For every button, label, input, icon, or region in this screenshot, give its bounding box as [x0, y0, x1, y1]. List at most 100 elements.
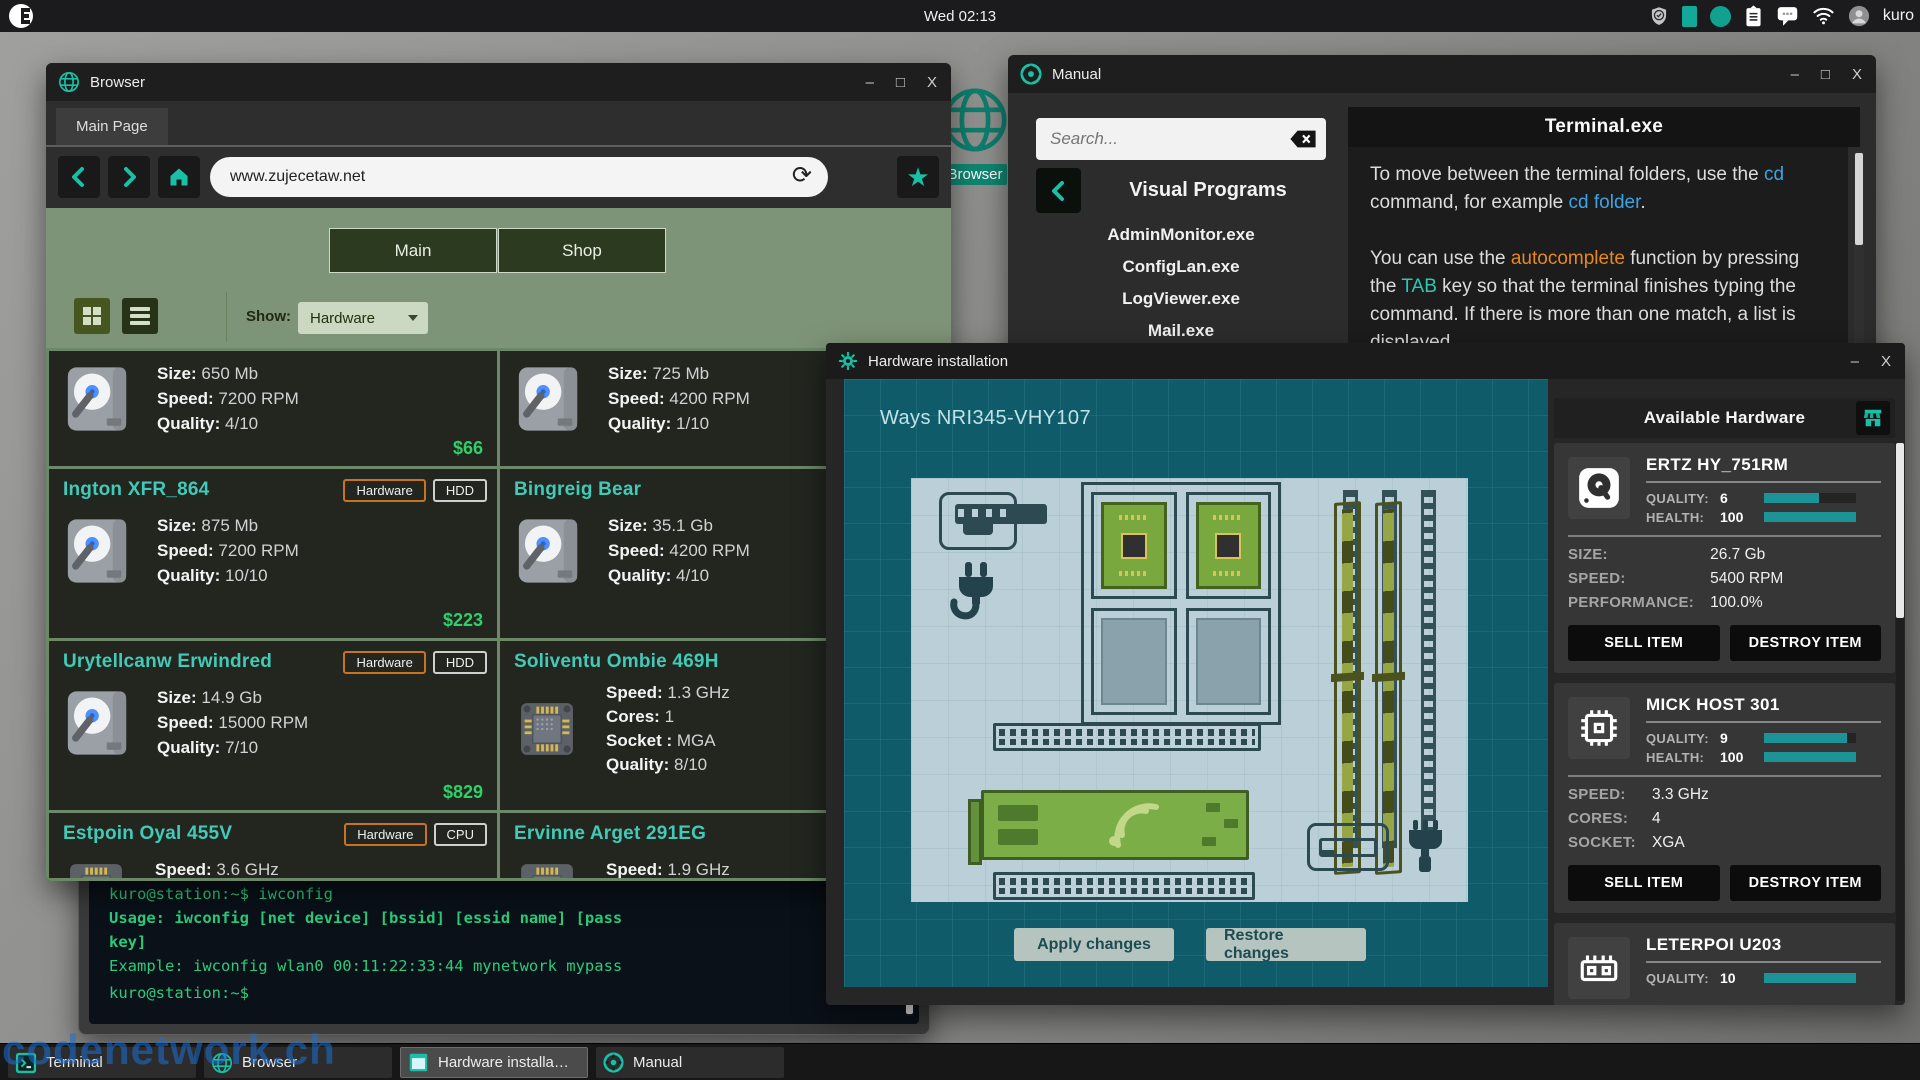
minimize-button[interactable]: –	[1851, 353, 1859, 370]
shop-item[interactable]: Estpoin Oyal 455V Hardware CPU Speed: 3.…	[49, 813, 497, 878]
expansion-slot[interactable]	[993, 723, 1261, 751]
back-button[interactable]	[58, 156, 100, 198]
badge-type: HDD	[433, 479, 487, 502]
item-price: $66	[453, 438, 483, 459]
badge-hardware: Hardware	[343, 479, 425, 502]
user-avatar[interactable]	[1848, 5, 1870, 27]
close-button[interactable]: X	[927, 74, 937, 91]
installed-ram-stick[interactable]	[1375, 501, 1402, 875]
inventory-item[interactable]: ERTZ HY_751RM QUALITY: 6 HEALTH: 100	[1554, 443, 1895, 673]
clipboard-icon[interactable]	[1744, 5, 1763, 27]
divider	[1646, 961, 1881, 963]
browser-window: Browser – □ X Main Page ⟳	[46, 63, 951, 881]
wifi-icon[interactable]	[1812, 6, 1835, 26]
url-input[interactable]	[210, 157, 828, 197]
shop-item[interactable]: Size: 650 Mb Speed: 7200 RPM Quality: 4/…	[49, 351, 497, 466]
page-tab-shop[interactable]: Shop	[498, 228, 666, 273]
hdd-icon	[63, 685, 131, 760]
taskbar-label: Browser	[242, 1054, 297, 1071]
manual-app-icon	[1020, 63, 1042, 85]
category-dropdown[interactable]: Hardware	[298, 302, 428, 334]
back-button[interactable]	[1036, 168, 1081, 213]
restore-changes-button[interactable]: Restore changes	[1206, 928, 1366, 961]
quality-bar	[1764, 493, 1856, 503]
taskbar-item-browser[interactable]: Browser	[204, 1047, 392, 1078]
paragraph: To move between the terminal folders, us…	[1370, 161, 1826, 217]
cpu-socket-filled[interactable]	[1186, 492, 1272, 599]
destroy-item-button[interactable]: DESTROY ITEM	[1730, 625, 1882, 661]
shop-item[interactable]: Urytellcanw Erwindred Hardware HDD Size:…	[49, 641, 497, 810]
installed-ram-stick[interactable]	[1334, 501, 1361, 875]
article-title: Terminal.exe	[1348, 107, 1860, 147]
motherboard-blueprint: Ways NRI345-VHY107	[844, 379, 1548, 987]
manual-titlebar[interactable]: Manual – □ X	[1008, 55, 1876, 93]
sell-item-button[interactable]: SELL ITEM	[1568, 865, 1720, 901]
program-list: AdminMonitor.exe ConfigLan.exe LogViewer…	[1036, 225, 1326, 353]
minimize-button[interactable]: –	[1791, 66, 1799, 83]
clear-search-icon[interactable]	[1282, 127, 1318, 156]
hdd-icon	[514, 513, 582, 588]
refresh-icon[interactable]: ⟳	[792, 161, 812, 190]
terminal-screen[interactable]: kuro@station:~$ iwconfig Usage: iwconfig…	[89, 856, 919, 1024]
item-name: MICK HOST 301	[1646, 695, 1881, 715]
article-scrollbar-thumb[interactable]	[1855, 153, 1863, 245]
url-bar: ⟳	[210, 157, 828, 197]
close-button[interactable]: X	[1881, 353, 1891, 370]
destroy-item-button[interactable]: DESTROY ITEM	[1730, 865, 1882, 901]
list-item[interactable]: LogViewer.exe	[1036, 289, 1326, 309]
shop-item[interactable]: Ington XFR_864 Hardware HDD Size: 875 Mb…	[49, 469, 497, 638]
hardware-titlebar[interactable]: Hardware installation – X	[826, 343, 1905, 379]
available-hardware-header: Available Hardware	[1554, 398, 1895, 438]
cpu-icon	[514, 857, 580, 878]
installed-cpu[interactable]	[1196, 502, 1262, 589]
page-tab-main[interactable]: Main	[329, 228, 497, 273]
grid-view-button[interactable]	[74, 298, 110, 334]
maximize-button[interactable]: □	[896, 74, 905, 91]
dropdown-value: Hardware	[310, 310, 375, 327]
taskbar-item-manual[interactable]: Manual	[596, 1047, 784, 1078]
shield-icon[interactable]	[1649, 5, 1669, 27]
terminal-line: Example: iwconfig wlan0 00:11:22:33:44 m…	[109, 954, 885, 978]
cpu-socket-filled[interactable]	[1091, 492, 1177, 599]
divider	[1646, 481, 1881, 483]
maximize-button[interactable]: □	[1821, 66, 1830, 83]
username[interactable]: kuro	[1883, 7, 1914, 25]
installed-cpu[interactable]	[1101, 502, 1167, 589]
home-button[interactable]	[158, 156, 200, 198]
sell-item-button[interactable]: SELL ITEM	[1568, 625, 1720, 661]
minimize-button[interactable]: –	[866, 74, 874, 91]
close-button[interactable]: X	[1852, 66, 1862, 83]
store-button[interactable]	[1856, 401, 1890, 435]
hardware-inventory-list: ERTZ HY_751RM QUALITY: 6 HEALTH: 100	[1554, 443, 1895, 1005]
inventory-scrollbar[interactable]	[1896, 443, 1904, 1001]
paragraph: You can use the autocomplete function by…	[1370, 245, 1826, 357]
list-item[interactable]: AdminMonitor.exe	[1036, 225, 1326, 245]
expansion-slot[interactable]	[993, 872, 1255, 900]
browser-tab[interactable]: Main Page	[56, 108, 168, 145]
list-view-button[interactable]	[122, 298, 158, 334]
terminal-line: kuro@station:~$ iwconfig	[109, 882, 885, 906]
list-item[interactable]: ConfigLan.exe	[1036, 257, 1326, 277]
inventory-item[interactable]: MICK HOST 301 QUALITY: 9 HEALTH: 100	[1554, 683, 1895, 913]
chat-icon[interactable]	[1776, 5, 1799, 27]
bookmark-button[interactable]: ★	[897, 156, 939, 198]
installed-network-card[interactable]	[981, 790, 1249, 860]
health-bar	[1764, 752, 1856, 762]
taskbar-item-terminal[interactable]: Terminal	[8, 1047, 196, 1078]
inventory-item[interactable]: LETERPOI U203 QUALITY: 10	[1554, 923, 1895, 1005]
browser-titlebar[interactable]: Browser – □ X	[46, 63, 951, 101]
taskbar-item-hardware-installation[interactable]: Hardware installa…	[400, 1047, 588, 1078]
item-name: LETERPOI U203	[1646, 935, 1881, 955]
inventory-scrollbar-thumb[interactable]	[1896, 443, 1904, 618]
board-label: Ways NRI345-VHY107	[880, 407, 1091, 430]
section-title: Visual Programs	[1090, 179, 1326, 202]
forward-button[interactable]	[108, 156, 150, 198]
divider	[1646, 721, 1881, 723]
power-plug-icon	[945, 560, 1007, 637]
cpu-socket-empty[interactable]	[1186, 608, 1272, 715]
cpu-socket-empty[interactable]	[1091, 608, 1177, 715]
ram-slot[interactable]	[1421, 490, 1436, 848]
os-logo-icon	[8, 3, 34, 29]
list-item[interactable]: Mail.exe	[1036, 321, 1326, 341]
apply-changes-button[interactable]: Apply changes	[1014, 928, 1174, 961]
